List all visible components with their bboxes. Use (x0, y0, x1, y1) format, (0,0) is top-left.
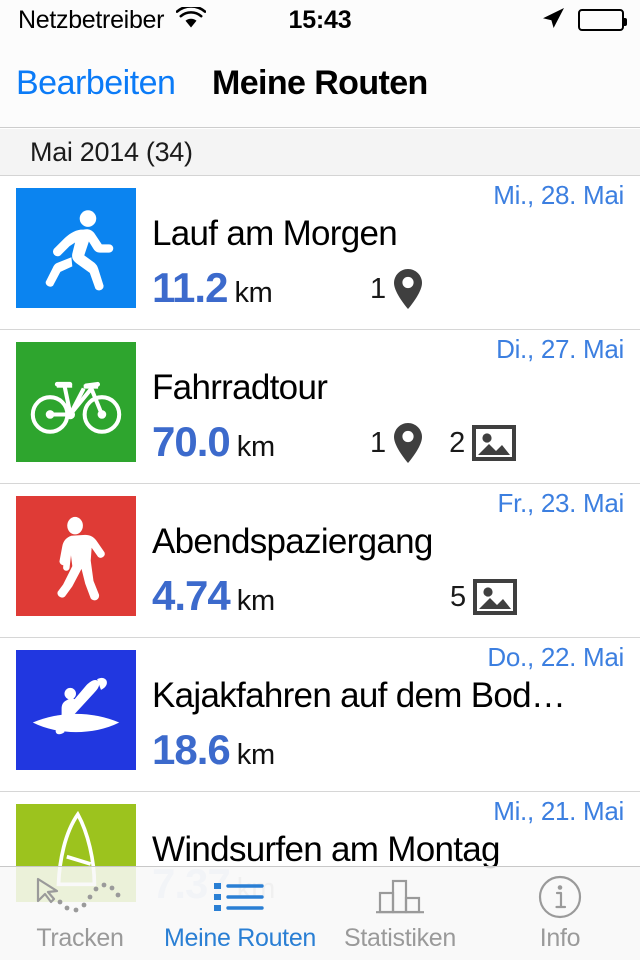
list-item[interactable]: Do., 22. Mai Kajakfahren auf dem Bod… 18… (0, 638, 640, 792)
route-date: Mi., 21. Mai (493, 796, 624, 826)
route-distance: 70.0 km (152, 418, 275, 468)
distance-value: 4.74 (152, 572, 231, 619)
distance-unit: km (236, 431, 275, 463)
bicycle-icon (28, 354, 124, 450)
route-list[interactable]: Mi., 28. Mai Lauf am Morgen 11.2 km 1 Di… (0, 176, 640, 960)
activity-tile (16, 342, 136, 462)
route-date: Mi., 28. Mai (493, 180, 624, 210)
tab-meine-routen[interactable]: Meine Routen (160, 867, 320, 960)
route-distance: 11.2 km (152, 264, 273, 314)
info-circle-icon (537, 874, 583, 920)
tab-info[interactable]: Info (480, 867, 640, 960)
map-pin-icon (393, 268, 423, 310)
navigation-bar: Bearbeiten Meine Routen (0, 40, 640, 128)
track-cursor-icon (34, 874, 126, 920)
bar-chart-icon (373, 874, 427, 920)
battery-full-icon (578, 9, 627, 31)
activity-tile (16, 496, 136, 616)
photo-count: 5 (450, 580, 467, 613)
list-item[interactable]: Fr., 23. Mai Abendspaziergang 4.74 km 5 (0, 484, 640, 638)
bulleted-list-icon (212, 874, 268, 920)
list-item[interactable]: Mi., 28. Mai Lauf am Morgen 11.2 km 1 (0, 176, 640, 330)
list-item[interactable]: Di., 27. Mai Fahrradtour 70.0 km 1 2 (0, 330, 640, 484)
kayak-icon (28, 662, 124, 758)
activity-tile (16, 650, 136, 770)
location-arrow-icon (540, 5, 566, 36)
route-title: Abendspaziergang (152, 522, 433, 561)
photo-badge: 5 (450, 579, 518, 615)
photo-icon (472, 425, 517, 461)
section-header: Mai 2014 (34) (0, 129, 640, 176)
route-date: Fr., 23. Mai (497, 488, 625, 518)
distance-value: 11.2 (152, 264, 228, 311)
photo-badge: 2 (449, 425, 517, 461)
route-badges: 1 2 (370, 418, 517, 468)
waypoint-badge: 1 (370, 422, 423, 464)
walking-icon (30, 510, 122, 602)
route-date: Do., 22. Mai (487, 642, 624, 672)
photo-icon (473, 579, 518, 615)
route-title: Kajakfahren auf dem Bod… (152, 676, 566, 715)
section-header-label: Mai 2014 (34) (30, 136, 193, 167)
distance-unit: km (236, 585, 275, 617)
distance-unit: km (236, 739, 275, 771)
tab-bar: Tracken Meine Routen Statistiken Info (0, 866, 640, 960)
activity-tile (16, 188, 136, 308)
tab-label: Info (539, 924, 581, 952)
status-bar: Netzbetreiber 15:43 (0, 0, 640, 40)
distance-value: 70.0 (152, 418, 231, 465)
distance-unit: km (234, 277, 273, 309)
tab-label: Statistiken (343, 924, 457, 952)
tab-statistiken[interactable]: Statistiken (320, 867, 480, 960)
route-badges: 1 (370, 264, 423, 314)
route-badges: 5 (450, 572, 518, 622)
route-distance: 18.6 km (152, 726, 275, 776)
route-date: Di., 27. Mai (496, 334, 624, 364)
tab-label: Tracken (36, 924, 124, 952)
tab-label: Meine Routen (163, 924, 317, 952)
waypoint-count: 1 (370, 426, 387, 459)
route-title: Lauf am Morgen (152, 214, 398, 253)
page-title: Meine Routen (212, 64, 428, 102)
route-title: Windsurfen am Montag (152, 830, 501, 869)
photo-count: 2 (449, 426, 466, 459)
running-icon (30, 202, 122, 294)
map-pin-icon (393, 422, 423, 464)
waypoint-badge: 1 (370, 268, 423, 310)
status-bar-right (540, 5, 627, 36)
edit-button[interactable]: Bearbeiten (16, 64, 176, 103)
tab-tracken[interactable]: Tracken (0, 867, 160, 960)
distance-value: 18.6 (152, 726, 231, 773)
route-distance: 4.74 km (152, 572, 275, 622)
app-root: Netzbetreiber 15:43 Bearbeiten Meine Rou… (0, 0, 640, 960)
waypoint-count: 1 (370, 272, 387, 305)
route-title: Fahrradtour (152, 368, 328, 407)
